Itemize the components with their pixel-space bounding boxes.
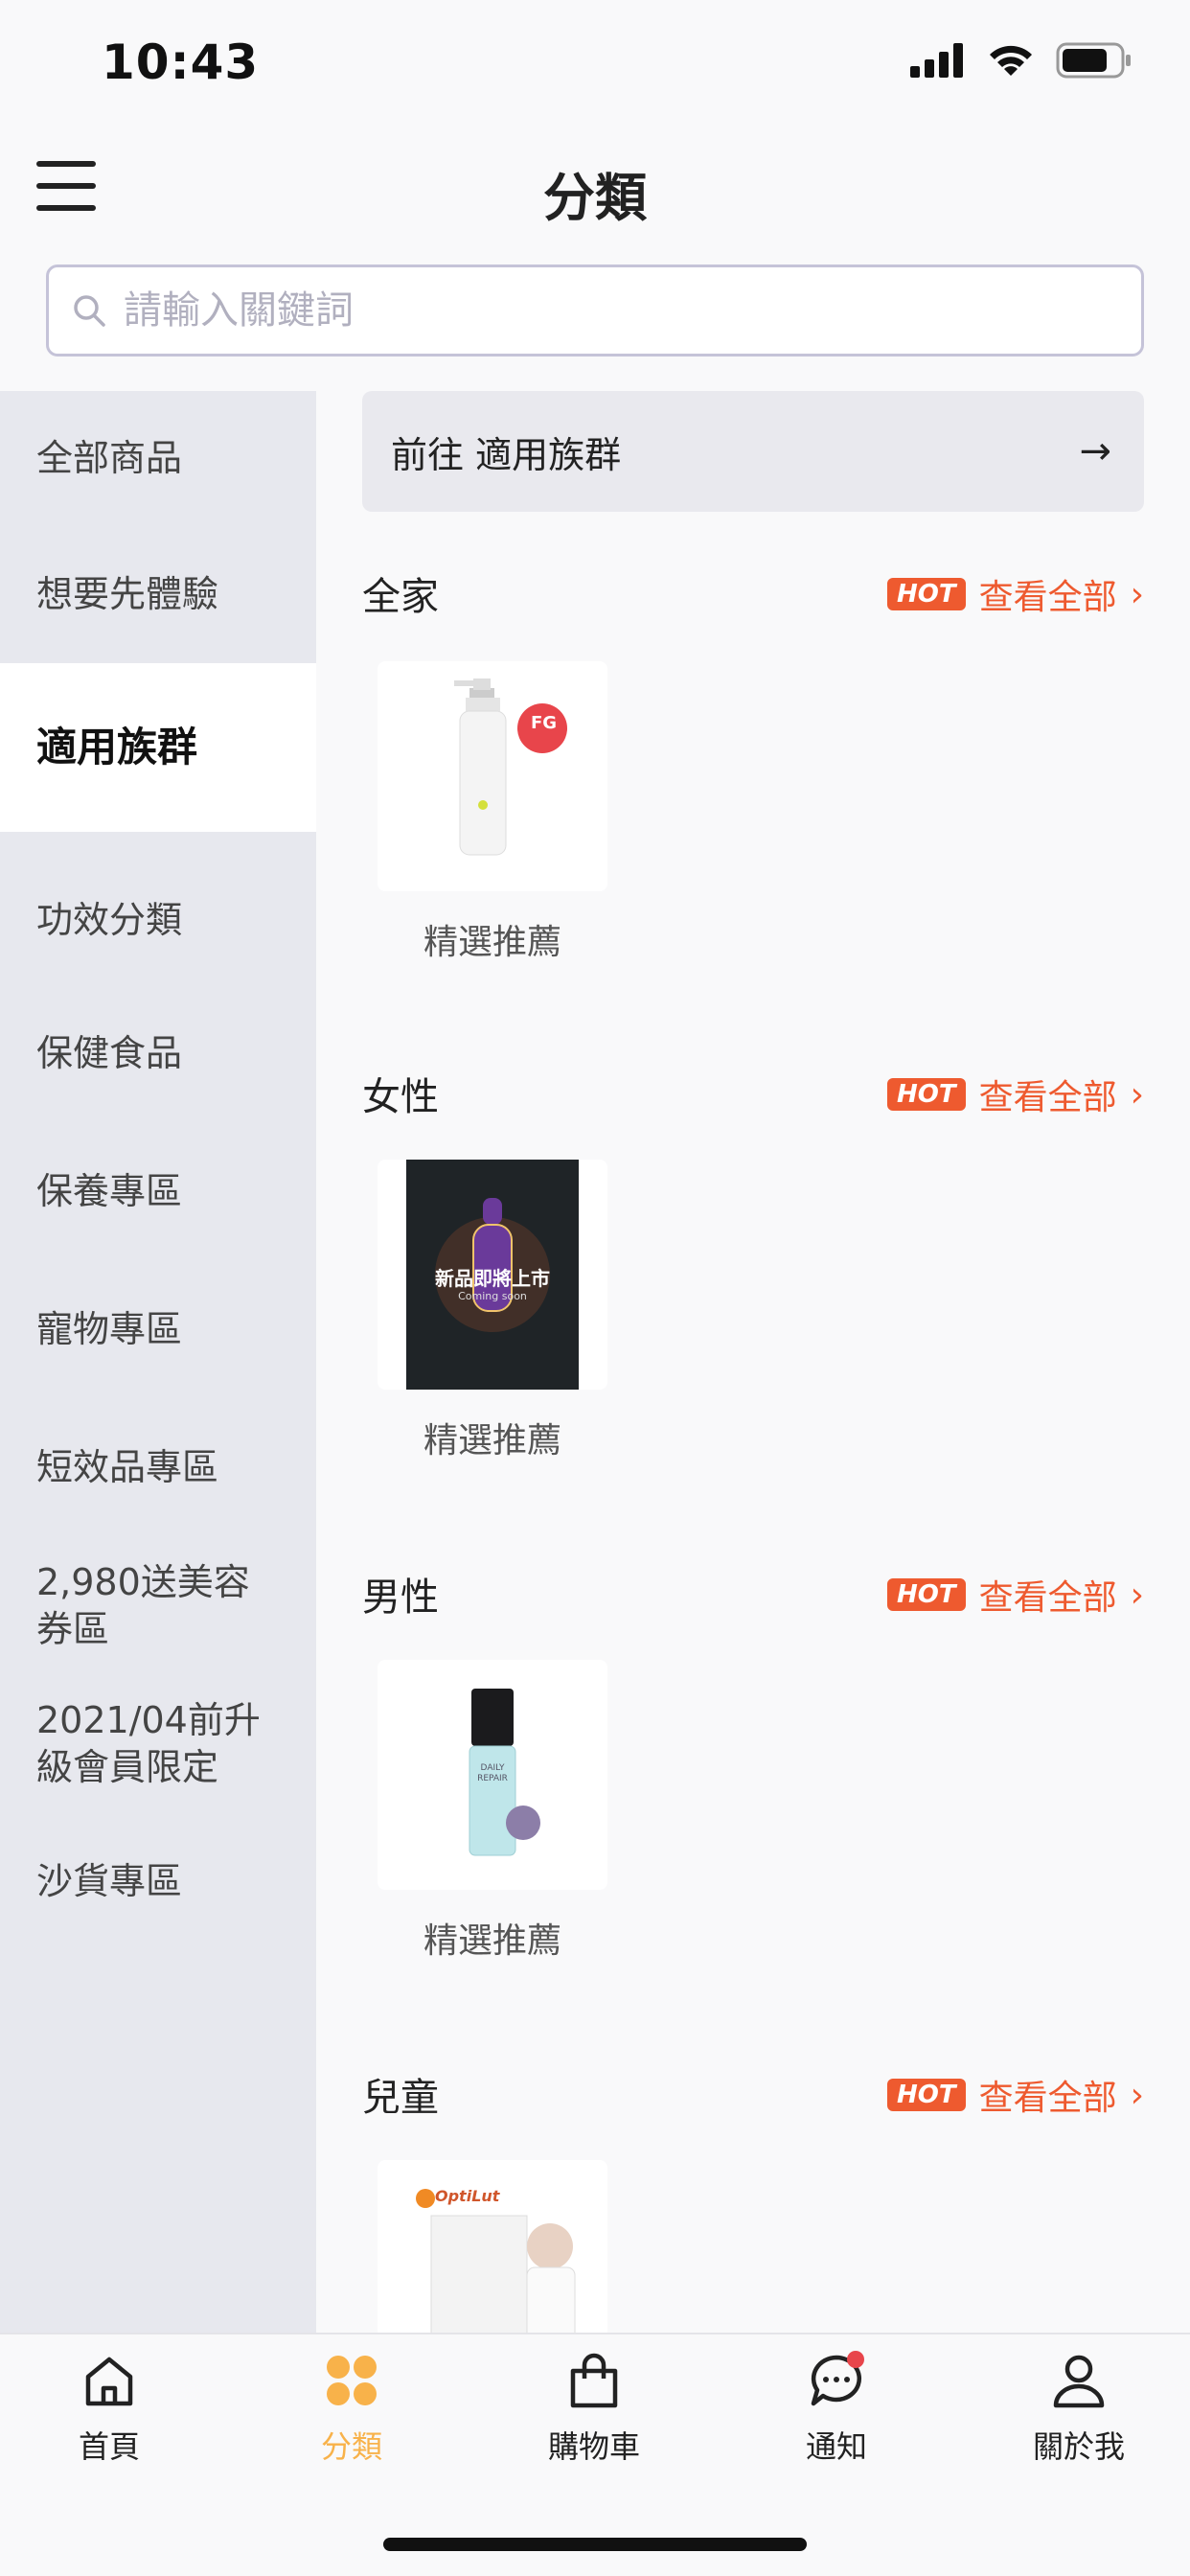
tab-cart-label: 購物車 — [547, 2428, 640, 2465]
optilut-logo-text: OptiLut — [435, 2187, 500, 2205]
chevron-right-icon: › — [1130, 574, 1144, 614]
home-icon — [85, 2357, 133, 2406]
coming-soon-subtext: Coming soon — [458, 1290, 527, 1302]
product-card-children[interactable]: OptiLut — [378, 2160, 607, 2333]
tab-category[interactable]: 分類 — [256, 2350, 447, 2467]
hot-badge: HOT — [886, 2079, 966, 2111]
wifi-icon — [990, 45, 1032, 76]
sidebar-item-target-groups[interactable]: 適用族群 — [0, 663, 316, 832]
view-all-children-link[interactable]: HOT 查看全部 › — [886, 2070, 1144, 2120]
view-all-label: 查看全部 — [978, 1578, 1117, 1618]
screen: 10:43 分類 請輸入關鍵詞 全部商品 想要先體驗 適用族群 功效分類 保健食… — [0, 0, 1190, 2576]
product-card-women[interactable]: 新品即將上市 Coming soon — [378, 1160, 607, 1390]
sidebar-item-salon-goods[interactable]: 沙貨專區 — [0, 1813, 316, 1951]
view-all-label: 查看全部 — [978, 1078, 1117, 1117]
sidebar-item-short-dated[interactable]: 短效品專區 — [0, 1399, 316, 1537]
section-title-family: 全家 — [362, 575, 439, 619]
status-bar: 10:43 — [0, 0, 1190, 126]
sidebar-item-skincare[interactable]: 保養專區 — [0, 1123, 316, 1261]
notification-badge — [847, 2351, 864, 2368]
page-title: 分類 — [543, 168, 647, 228]
view-all-label: 查看全部 — [978, 578, 1117, 617]
coming-soon-text: 新品即將上市 — [435, 1267, 550, 1290]
product-label-women: 精選推薦 — [423, 1421, 561, 1460]
view-all-men-link[interactable]: HOT 查看全部 › — [886, 1570, 1144, 1620]
tab-notifications[interactable]: 通知 — [741, 2350, 932, 2467]
product-card-family[interactable]: FG — [378, 661, 607, 891]
goto-target-groups-banner[interactable]: 前往 適用族群 → — [362, 391, 1144, 512]
status-icons — [910, 42, 1133, 79]
section-title-children: 兒童 — [362, 2076, 439, 2120]
sidebar-item-member-upgrade[interactable]: 2021/04前升級會員限定 — [0, 1675, 316, 1813]
view-all-family-link[interactable]: HOT 查看全部 › — [886, 569, 1144, 619]
product-label-men: 精選推薦 — [423, 1921, 561, 1961]
tab-home[interactable]: 首頁 — [13, 2350, 205, 2467]
category-icon — [327, 2356, 377, 2405]
view-all-women-link[interactable]: HOT 查看全部 › — [886, 1070, 1144, 1119]
coming-soon-dropper-image: 新品即將上市 Coming soon — [406, 1160, 579, 1390]
sidebar-item-pets[interactable]: 寵物專區 — [0, 1261, 316, 1399]
hot-badge: HOT — [886, 578, 966, 610]
tab-home-label: 首頁 — [78, 2428, 140, 2465]
arrow-right-icon: → — [1079, 429, 1111, 473]
main-content: 前往 適用族群 → 全家 HOT 查看全部 › FG 精選推薦 女性 HOT 查… — [316, 391, 1190, 2333]
daily-repair-text: DAILY REPAIR — [477, 1763, 508, 1783]
section-title-men: 男性 — [362, 1576, 439, 1620]
search-input[interactable] — [124, 288, 1082, 333]
product-label-family: 精選推薦 — [423, 923, 561, 962]
tab-cart[interactable]: 購物車 — [498, 2350, 690, 2467]
svg-text:FG: FG — [531, 713, 557, 733]
sidebar-item-efficacy[interactable]: 功效分類 — [0, 857, 316, 985]
view-all-label: 查看全部 — [978, 2079, 1117, 2118]
search-box[interactable] — [46, 264, 1144, 356]
chevron-right-icon: › — [1130, 1575, 1144, 1615]
chevron-right-icon: › — [1130, 1074, 1144, 1115]
header: 分類 — [0, 126, 1190, 251]
user-icon — [1053, 2355, 1105, 2408]
sidebar: 全部商品 想要先體驗 適用族群 功效分類 保健食品 保養專區 寵物專區 短效品專… — [0, 391, 316, 2333]
signal-icon — [910, 43, 963, 78]
tab-profile[interactable]: 關於我 — [983, 2350, 1175, 2467]
tab-notifications-label: 通知 — [805, 2428, 867, 2465]
tab-category-label: 分類 — [320, 2428, 382, 2465]
cart-icon — [570, 2353, 618, 2408]
chevron-right-icon: › — [1130, 2075, 1144, 2115]
sidebar-item-all-products[interactable]: 全部商品 — [0, 391, 316, 527]
product-card-men[interactable]: DAILY REPAIR — [378, 1660, 607, 1890]
hot-badge: HOT — [886, 1578, 966, 1611]
status-time: 10:43 — [102, 34, 260, 90]
sidebar-item-health-food[interactable]: 保健食品 — [0, 985, 316, 1123]
chat-icon — [811, 2351, 864, 2406]
section-title-women: 女性 — [362, 1075, 439, 1119]
search-icon — [74, 295, 105, 327]
sidebar-round-top — [0, 629, 316, 663]
hot-badge: HOT — [886, 1078, 966, 1111]
sidebar-item-beauty-voucher[interactable]: 2,980送美容券區 — [0, 1537, 316, 1675]
white-pump-bottle-image: FG — [454, 678, 567, 856]
optilut-pack-image — [416, 2189, 576, 2333]
tab-profile-label: 關於我 — [1032, 2428, 1125, 2465]
home-indicator — [383, 2538, 807, 2551]
goto-banner-label: 前往 適用族群 — [391, 433, 622, 476]
battery-icon — [1056, 42, 1131, 79]
